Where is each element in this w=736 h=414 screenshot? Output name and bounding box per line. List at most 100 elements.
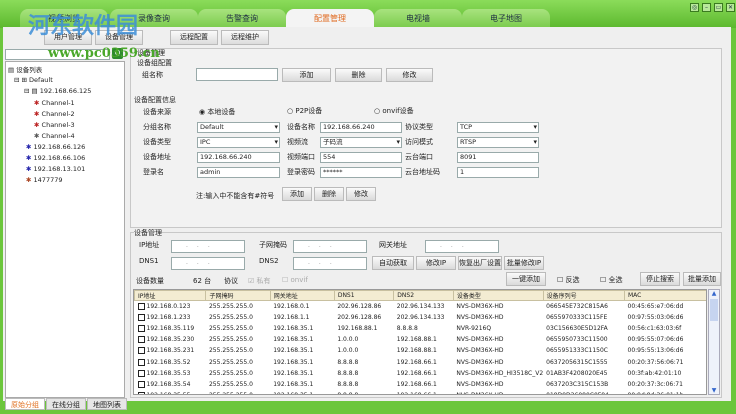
settings-window-button[interactable]: ◎ [690,3,699,12]
group-delete-button[interactable]: 删除 [335,68,382,82]
private-checkbox[interactable]: ☑ 私有 [248,276,271,286]
addr-input[interactable]: 192.168.66.240 [197,152,280,163]
group-select[interactable]: Default [197,122,280,133]
ip-input[interactable]: ... [171,240,245,253]
row-checkbox[interactable] [137,392,145,394]
cell-text: 192.168.88.1 [337,324,378,332]
row-checkbox[interactable] [137,380,145,388]
table-row[interactable]: 192.168.35.52 255.255.255.0 192.168.35.1 8.… [135,356,707,367]
table-row[interactable]: 192.168.35.230 255.255.255.0 192.168.35.1 1… [135,334,707,345]
table-row[interactable]: 192.168.35.55 255.255.255.0 192.168.35.1 8.… [135,390,707,394]
column-header[interactable]: 子网掩码 [205,290,271,301]
dns1-input[interactable]: ... [171,257,245,270]
column-header[interactable]: DNS1 [333,290,395,301]
tree-group[interactable]: ⊟ ⊞ Default [14,76,53,84]
auto-get-button[interactable]: 自动获取 [372,256,414,270]
tree-channel[interactable]: ✱ Channel-3 [34,121,75,129]
device-modify-button[interactable]: 修改 [346,187,376,201]
tree-device[interactable]: ✱ 192.168.13.101 [26,165,85,173]
type-select[interactable]: IPC [197,137,280,148]
tree-channel[interactable]: ✱ Channel-2 [34,110,75,118]
tree-channel[interactable]: ✱ Channel-1 [34,99,75,107]
select-all-checkbox[interactable]: ☐ 全选 [600,275,623,285]
pwd-input[interactable]: ****** [320,167,402,178]
table-row[interactable]: 192.168.35.119 255.255.255.0 192.168.35.1 1… [135,323,707,334]
column-header[interactable]: DNS2 [393,290,454,301]
minimize-button[interactable]: – [702,3,711,12]
search-icon[interactable]: Q [112,48,123,59]
tree-device[interactable]: ⊟ ▤ 192.168.66.125 [24,87,91,95]
table-row[interactable]: 192.168.1.233 255.255.255.0 192.168.1.1 202… [135,312,707,323]
column-header[interactable]: IP地址 [134,290,207,301]
close-button[interactable]: ✕ [726,3,735,12]
tab-original-group[interactable]: 原始分组 [5,398,45,410]
tab-1[interactable]: 录像查询 [110,9,198,28]
row-checkbox[interactable] [137,369,145,377]
mask-input[interactable]: ... [293,240,367,253]
tree-device[interactable]: ✱ 1477779 [26,176,62,184]
cell-text: 255.255.255.0 [208,313,253,321]
maximize-button[interactable]: ▭ [714,3,723,12]
tree-device[interactable]: ✱ 192.168.66.106 [26,154,85,162]
table-row[interactable]: 192.168.35.53 255.255.255.0 192.168.35.1 8.… [135,368,707,379]
tree-channel[interactable]: ✱ Channel-4 [34,132,75,140]
table-row[interactable]: 192.168.35.231 255.255.255.0 192.168.35.1 1… [135,345,707,356]
invert-checkbox[interactable]: ☐ 反选 [557,275,580,285]
column-header[interactable]: 设备序列号 [542,290,626,301]
radio-p2p[interactable]: ○ P2P设备 [287,106,322,116]
column-header[interactable]: 设备类型 [452,290,544,301]
group-name-input[interactable] [196,68,278,81]
table-row[interactable]: 192.168.35.54 255.255.255.0 192.168.35.1 8.… [135,379,707,390]
table-row[interactable]: 192.168.0.123 255.255.255.0 192.168.0.1 202… [135,301,707,312]
column-header[interactable]: MAC [624,290,706,301]
subtab-device-management[interactable]: 设备管理 [95,30,143,45]
subtab-remote-maintenance[interactable]: 远程维护 [221,30,269,45]
column-header[interactable]: 网关地址 [269,290,335,301]
batch-modify-ip-button[interactable]: 批量修改IP [504,256,544,270]
stream-select[interactable]: 子码流 [320,137,402,148]
gateway-input[interactable]: ... [425,240,499,253]
row-checkbox[interactable] [137,347,145,355]
access-select[interactable]: RTSP [457,137,539,148]
one-click-add-button[interactable]: 一键添加 [506,272,546,286]
onvif-checkbox[interactable]: ☐ onvif [282,276,308,284]
tab-5[interactable]: 电子地图 [462,9,550,28]
row-checkbox[interactable] [137,313,145,321]
row-checkbox[interactable] [137,302,145,310]
factory-reset-button[interactable]: 恢复出厂设置 [458,256,502,270]
scroll-down-icon[interactable]: ▼ [709,387,719,394]
radio-onvif[interactable]: ○ onvif设备 [374,106,414,116]
table-scrollbar[interactable]: ▲ ▼ [708,289,720,395]
tree-root[interactable]: ▤ 设备列表 [8,64,42,74]
scroll-thumb[interactable] [710,299,718,321]
row-checkbox[interactable] [137,358,145,366]
tab-4[interactable]: 电视墙 [374,9,462,28]
dns2-input[interactable]: ... [293,257,367,270]
tab-3[interactable]: 配置管理 [286,9,374,28]
tree-device[interactable]: ✱ 192.168.66.126 [26,143,85,151]
row-checkbox[interactable] [137,336,145,344]
scroll-up-icon[interactable]: ▲ [709,290,719,297]
proto-select[interactable]: TCP [457,122,539,133]
user-input[interactable]: admin [197,167,280,178]
group-modify-button[interactable]: 修改 [386,68,433,82]
subtab-user-management[interactable]: 用户管理 [44,30,92,45]
name-input[interactable]: 192.168.66.240 [320,122,402,133]
batch-add-button[interactable]: 批量添加 [683,272,721,286]
subtab-remote-config[interactable]: 远程配置 [170,30,218,45]
tab-2[interactable]: 告警查询 [198,9,286,28]
device-delete-button[interactable]: 删除 [314,187,344,201]
modify-ip-button[interactable]: 修改IP [416,256,456,270]
ptz_port-input[interactable]: 8091 [457,152,539,163]
tab-0[interactable]: 视频浏览 [20,9,108,28]
stop-search-button[interactable]: 停止搜索 [640,272,680,286]
device-add-button[interactable]: 添加 [282,187,312,201]
ptz_addr-input[interactable]: 1 [457,167,539,178]
vport-input[interactable]: 554 [320,152,402,163]
tab-map-list[interactable]: 地图列表 [87,398,127,410]
radio-local[interactable]: ◉ 本地设备 [199,107,235,117]
tab-online-group[interactable]: 在线分组 [46,398,86,410]
device-search-input[interactable] [5,49,110,60]
row-checkbox[interactable] [137,324,145,332]
group-add-button[interactable]: 添加 [282,68,331,82]
